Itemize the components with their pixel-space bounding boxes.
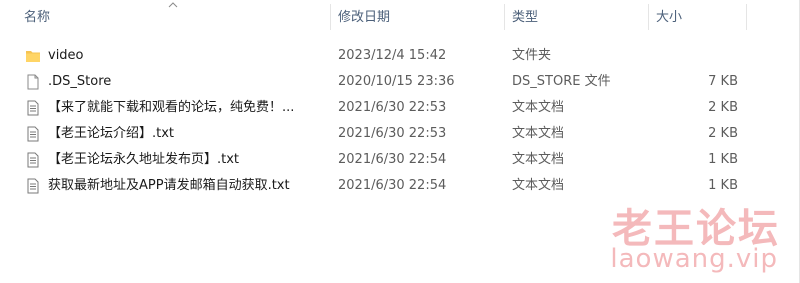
text-file-icon bbox=[25, 126, 43, 142]
file-type: DS_STORE 文件 bbox=[512, 74, 611, 89]
file-type: 文件夹 bbox=[512, 48, 552, 63]
text-file-icon bbox=[25, 178, 43, 194]
file-row[interactable]: 【老王论坛永久地址发布页】.txt 2021/6/30 22:54 文本文档 1… bbox=[0, 147, 799, 173]
file-name: 获取最新地址及APP请发邮箱自动获取.txt bbox=[48, 178, 290, 193]
folder-icon bbox=[25, 48, 43, 64]
file-type: 文本文档 bbox=[512, 152, 565, 167]
file-size: 2 KB bbox=[708, 100, 738, 115]
column-divider[interactable] bbox=[648, 4, 649, 30]
file-date-modified: 2021/6/30 22:53 bbox=[338, 100, 447, 115]
column-header-type[interactable]: 类型 bbox=[512, 0, 648, 36]
column-header-bar: 名称 修改日期 类型 大小 bbox=[0, 0, 799, 36]
file-name: 【老王论坛介绍】.txt bbox=[48, 126, 175, 141]
file-date-modified: 2021/6/30 22:54 bbox=[338, 178, 447, 193]
text-file-icon bbox=[25, 152, 43, 168]
file-date-modified: 2021/6/30 22:53 bbox=[338, 126, 447, 141]
file-row[interactable]: 【老王论坛介绍】.txt 2021/6/30 22:53 文本文档 2 KB bbox=[0, 121, 799, 147]
text-file-icon bbox=[25, 100, 43, 116]
file-date-modified: 2020/10/15 23:36 bbox=[338, 74, 455, 89]
file-name: .DS_Store bbox=[48, 74, 112, 89]
column-divider[interactable] bbox=[504, 4, 505, 30]
column-header-date-modified[interactable]: 修改日期 bbox=[338, 0, 504, 36]
file-type: 文本文档 bbox=[512, 126, 565, 141]
file-name: 【来了就能下载和观看的论坛，纯免费！... bbox=[48, 100, 295, 115]
file-size: 1 KB bbox=[708, 152, 738, 167]
watermark-url: laowang.vip bbox=[610, 244, 778, 274]
file-row[interactable]: video 2023/12/4 15:42 文件夹 bbox=[0, 43, 799, 69]
column-divider[interactable] bbox=[330, 4, 331, 30]
column-divider[interactable] bbox=[746, 4, 747, 30]
file-size bbox=[656, 43, 738, 69]
file-row[interactable]: 【来了就能下载和观看的论坛，纯免费！... 2021/6/30 22:53 文本… bbox=[0, 95, 799, 121]
blank-file-icon bbox=[25, 74, 43, 90]
file-date-modified: 2021/6/30 22:54 bbox=[338, 152, 447, 167]
file-date-modified: 2023/12/4 15:42 bbox=[338, 48, 447, 63]
file-type: 文本文档 bbox=[512, 100, 565, 115]
file-name: video bbox=[48, 48, 84, 63]
file-size: 7 KB bbox=[708, 74, 738, 89]
column-header-size[interactable]: 大小 bbox=[656, 0, 746, 36]
file-size: 2 KB bbox=[708, 126, 738, 141]
file-row[interactable]: .DS_Store 2020/10/15 23:36 DS_STORE 文件 7… bbox=[0, 69, 799, 95]
file-name: 【老王论坛永久地址发布页】.txt bbox=[48, 152, 240, 167]
column-header-name[interactable]: 名称 bbox=[24, 0, 330, 36]
